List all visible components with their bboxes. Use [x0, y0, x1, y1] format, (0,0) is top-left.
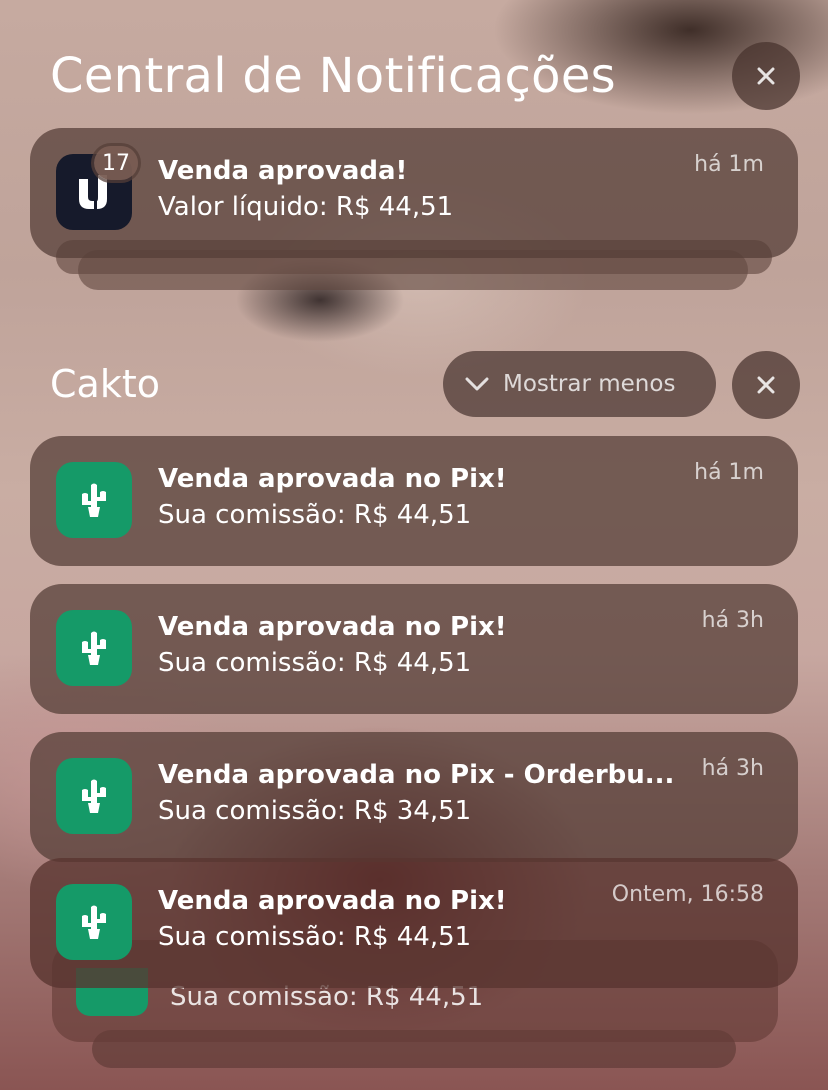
notification-title: Venda aprovada no Pix!: [158, 464, 507, 494]
cactus-icon: [82, 483, 106, 517]
notification-card[interactable]: Venda aprovada no Pix - Orderbu... Sua c…: [30, 732, 798, 862]
notification-body: Valor líquido: R$ 44,51: [158, 192, 454, 222]
app-icon: [56, 462, 132, 538]
notification-body: Sua comissão: R$ 44,51: [158, 922, 472, 952]
chevron-down-icon: [465, 377, 489, 391]
notification-body: Sua comissão: R$ 44,51: [158, 500, 472, 530]
show-less-label: Mostrar menos: [503, 371, 676, 397]
notification-title: Venda aprovada no Pix - Orderbu...: [158, 760, 675, 790]
group-title: Cakto: [50, 362, 160, 406]
notification-card[interactable]: Venda aprovada no Pix! Sua comissão: R$ …: [30, 436, 798, 566]
notification-card[interactable]: 17 Venda aprovada! Valor líquido: R$ 44,…: [30, 128, 798, 258]
notification-title: Venda aprovada!: [158, 156, 408, 186]
notification-title: Venda aprovada no Pix!: [158, 612, 507, 642]
notification-count-badge: 17: [94, 146, 138, 180]
notification-body: Sua comissão: R$ 34,51: [158, 796, 472, 826]
notification-time: há 3h: [701, 608, 764, 633]
notification-center: Central de Notificações 17 Venda aprovad…: [0, 0, 828, 1090]
app-icon: [56, 610, 132, 686]
notification-time: há 1m: [694, 152, 764, 177]
app-icon: [56, 884, 132, 960]
notification-time: há 1m: [694, 460, 764, 485]
notification-title: Venda aprovada no Pix!: [158, 886, 507, 916]
app-icon: [56, 758, 132, 834]
notification-time: Ontem, 16:58: [611, 882, 764, 907]
cactus-icon: [82, 631, 106, 665]
clear-all-button[interactable]: [732, 42, 800, 110]
cactus-icon: [82, 779, 106, 813]
show-less-button[interactable]: Mostrar menos: [443, 351, 716, 417]
notification-body: Sua comissão: R$ 44,51: [158, 648, 472, 678]
notification-card[interactable]: Venda aprovada no Pix! Sua comissão: R$ …: [30, 858, 798, 988]
clear-group-button[interactable]: [732, 351, 800, 419]
close-icon: [757, 376, 775, 394]
notification-time: há 3h: [701, 756, 764, 781]
close-icon: [757, 67, 775, 85]
cactus-icon: [82, 905, 106, 939]
page-title: Central de Notificações: [50, 48, 616, 104]
notification-card[interactable]: Venda aprovada no Pix! Sua comissão: R$ …: [30, 584, 798, 714]
